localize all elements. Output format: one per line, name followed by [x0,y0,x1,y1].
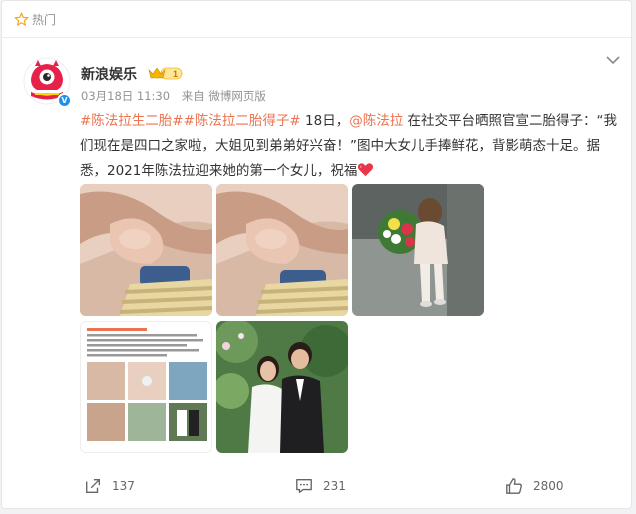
member-level-text: 1 [173,69,178,79]
comment-button[interactable]: 231 [295,471,346,501]
post-date[interactable]: 03月18日 11:30 [81,89,170,103]
chevron-down-icon[interactable] [606,55,620,65]
hot-bar: 热门 [2,1,631,38]
couple-wedding-photo[interactable] [216,321,348,453]
like-button[interactable]: 2800 [505,471,564,501]
girl-with-flowers-photo[interactable] [352,184,484,316]
comment-icon [296,479,312,493]
like-count: 2800 [533,479,564,493]
share-count: 137 [112,479,135,493]
comment-count: 231 [323,479,346,493]
verified-v-icon: V [57,93,72,108]
share-icon [86,479,100,493]
heart-icon [358,163,374,177]
post-text-part1: 18日， [300,113,350,129]
crown-level-badge-icon[interactable]: 1 [147,66,183,80]
post-source: 来自 微博网页版 [181,89,266,103]
baby-hand-photo-1[interactable] [80,184,212,316]
hashtag-2[interactable]: #陈法拉二胎得子# [184,113,301,129]
post-text: #陈法拉生二胎##陈法拉二胎得子# 18日，@陈法拉 在社交平台晒照官宣二胎得子… [80,109,625,184]
hot-label: 热门 [32,12,57,27]
hashtag-1[interactable]: #陈法拉生二胎# [80,113,184,129]
author-name[interactable]: 新浪娱乐 [81,64,137,84]
mention-link[interactable]: @陈法拉 [349,113,403,129]
star-icon [14,12,29,26]
post-meta: 03月18日 11:30 来自 微博网页版 [81,88,274,104]
weibo-post-card: 热门 V 新浪娱乐 1 03月18日 11:30 来自 微博网页版 #陈法拉生二… [1,0,632,509]
action-bar: 137 231 2800 [2,471,631,501]
screenshot-collage-photo[interactable] [80,321,212,453]
baby-hand-photo-2[interactable] [216,184,348,316]
like-icon [506,478,522,494]
share-button[interactable]: 137 [84,471,135,501]
